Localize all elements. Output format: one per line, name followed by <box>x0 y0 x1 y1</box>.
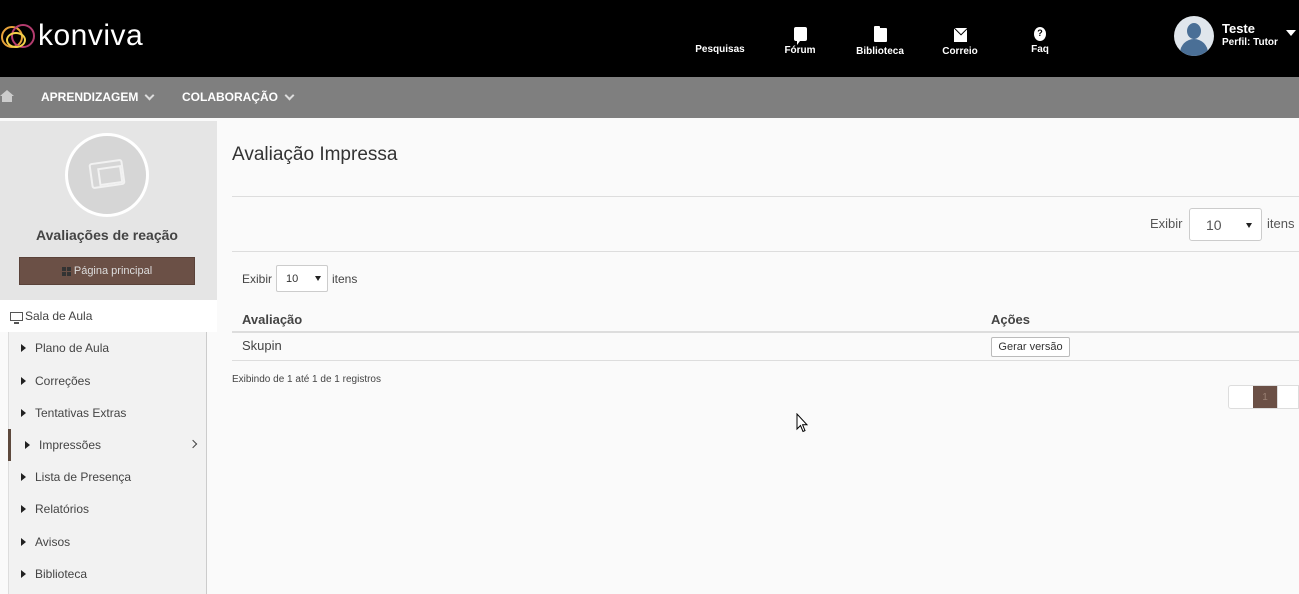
outer-length-label: Exibir <box>1150 216 1183 231</box>
sidebar-menu: Plano de Aula Correções Tentativas Extra… <box>8 332 207 594</box>
cell-avaliacao: Skupin <box>242 338 282 353</box>
nav-faq[interactable]: ? Faq <box>1000 26 1080 57</box>
user-menu[interactable]: Teste Perfil: Tutor <box>1174 16 1296 56</box>
course-title: Avaliações de reação <box>36 227 178 243</box>
nav-forum-label: Fórum <box>784 45 816 56</box>
column-header-acoes: Ações <box>991 312 1031 327</box>
nav-pesquisas[interactable]: Pesquisas <box>680 26 760 57</box>
sidebar-item-avisos[interactable]: Avisos <box>9 526 206 558</box>
sidebar-item-biblioteca[interactable]: Biblioteca <box>9 558 206 590</box>
pagination-page-current[interactable]: 1 <box>1253 386 1277 408</box>
caret-right-icon <box>21 538 26 546</box>
menu-aprendizagem-label: APRENDIZAGEM <box>41 90 139 104</box>
sidebar-item-label: Plano de Aula <box>35 341 110 355</box>
menu-colaboracao[interactable]: COLABORAÇÃO <box>182 90 295 104</box>
caret-right-icon <box>21 409 26 417</box>
sidebar: Avaliações de reação Página principal Sa… <box>0 121 217 594</box>
caret-down-icon <box>1246 223 1252 228</box>
sidebar-item-tentativas-extras[interactable]: Tentativas Extras <box>9 397 206 429</box>
pagination-next[interactable] <box>1277 386 1298 408</box>
sidebar-item-label: Biblioteca <box>35 567 88 581</box>
logo-text: konviva <box>38 19 144 52</box>
caret-right-icon <box>21 570 26 578</box>
gerar-versao-button[interactable]: Gerar versão <box>991 337 1070 357</box>
sidebar-item-label: Lista de Presença <box>35 470 132 484</box>
page-title: Avaliação Impressa <box>232 144 398 165</box>
mouse-pointer-icon <box>796 413 808 433</box>
chat-icon <box>793 27 807 45</box>
konviva-logo[interactable]: konviva <box>0 18 143 54</box>
chevron-down-icon <box>144 90 155 100</box>
sidebar-item-label: Relatórios <box>35 502 90 516</box>
mail-icon <box>953 28 967 42</box>
chevron-right-icon <box>188 439 198 449</box>
caret-right-icon <box>21 505 26 513</box>
caret-down-icon <box>315 276 321 281</box>
header-divider <box>232 331 1299 333</box>
caret-right-icon <box>21 344 26 352</box>
main-navbar: APRENDIZAGEM COLABORAÇÃO <box>0 77 1299 118</box>
table-info: Exibindo de 1 até 1 de 1 registros <box>232 374 381 385</box>
inner-length-value: 10 <box>286 273 299 285</box>
search-icon <box>680 26 760 40</box>
column-header-avaliacao[interactable]: Avaliação <box>242 312 302 327</box>
folder-icon <box>873 26 887 42</box>
home-icon[interactable] <box>0 90 14 103</box>
sidebar-item-relatorios[interactable]: Relatórios <box>9 493 206 525</box>
sidebar-section-sala-de-aula[interactable]: Sala de Aula <box>0 300 217 332</box>
divider <box>232 196 1299 197</box>
sidebar-item-lista-de-presenca[interactable]: Lista de Presença <box>9 461 206 493</box>
sidebar-item-label: Correções <box>35 374 91 388</box>
user-name: Teste <box>1222 21 1255 36</box>
nav-correio-label: Correio <box>942 46 978 57</box>
sidebar-section-label: Sala de Aula <box>25 309 93 323</box>
caret-right-icon <box>21 377 26 385</box>
outer-length-value: 10 <box>1206 217 1222 233</box>
sidebar-header: Avaliações de reação Página principal <box>0 121 217 300</box>
top-header: konviva Pesquisas Fórum Biblioteca Corre… <box>0 0 1299 77</box>
nav-faq-label: Faq <box>1031 44 1049 55</box>
nav-biblioteca-label: Biblioteca <box>856 46 904 57</box>
avatar <box>1174 16 1214 56</box>
caret-right-icon <box>21 473 26 481</box>
nav-pesquisas-label: Pesquisas <box>695 44 745 55</box>
inner-length-label: Exibir <box>242 272 273 286</box>
sidebar-item-plano-de-aula[interactable]: Plano de Aula <box>9 332 206 364</box>
logo-rings-icon <box>0 18 40 54</box>
sidebar-item-label: Impressões <box>39 438 102 452</box>
course-image <box>65 133 149 217</box>
main-page-button[interactable]: Página principal <box>19 257 195 285</box>
outer-length-suffix: itens <box>1267 216 1295 231</box>
row-divider <box>232 360 1299 361</box>
top-nav: Pesquisas Fórum Biblioteca Correio ? Faq <box>680 26 1080 57</box>
main-page-button-label: Página principal <box>73 265 153 277</box>
nav-correio[interactable]: Correio <box>920 26 1000 57</box>
user-role: Perfil: Tutor <box>1222 37 1278 48</box>
sidebar-item-label: Avisos <box>35 535 71 549</box>
menu-colaboracao-label: COLABORAÇÃO <box>182 90 278 104</box>
divider <box>232 251 1299 252</box>
menu-aprendizagem[interactable]: APRENDIZAGEM <box>41 90 155 104</box>
outer-length-select[interactable]: 10 <box>1189 208 1262 241</box>
sidebar-item-impressoes[interactable]: Impressões <box>8 429 205 461</box>
pagination-previous[interactable] <box>1229 386 1253 408</box>
image-icon <box>88 158 126 190</box>
inner-length-select[interactable]: 10 <box>276 265 328 292</box>
chevron-down-icon <box>284 90 295 100</box>
caret-right-icon <box>25 441 30 449</box>
grid-icon <box>61 266 71 276</box>
monitor-icon <box>10 311 23 324</box>
pagination: 1 <box>1228 385 1299 409</box>
question-icon: ? <box>1034 27 1046 41</box>
sidebar-item-label: Tentativas Extras <box>35 406 127 420</box>
sidebar-item-correcoes[interactable]: Correções <box>9 365 206 397</box>
nav-biblioteca[interactable]: Biblioteca <box>840 26 920 57</box>
nav-forum[interactable]: Fórum <box>760 26 840 57</box>
caret-down-icon <box>1286 30 1296 36</box>
inner-length-suffix: itens <box>332 272 358 286</box>
